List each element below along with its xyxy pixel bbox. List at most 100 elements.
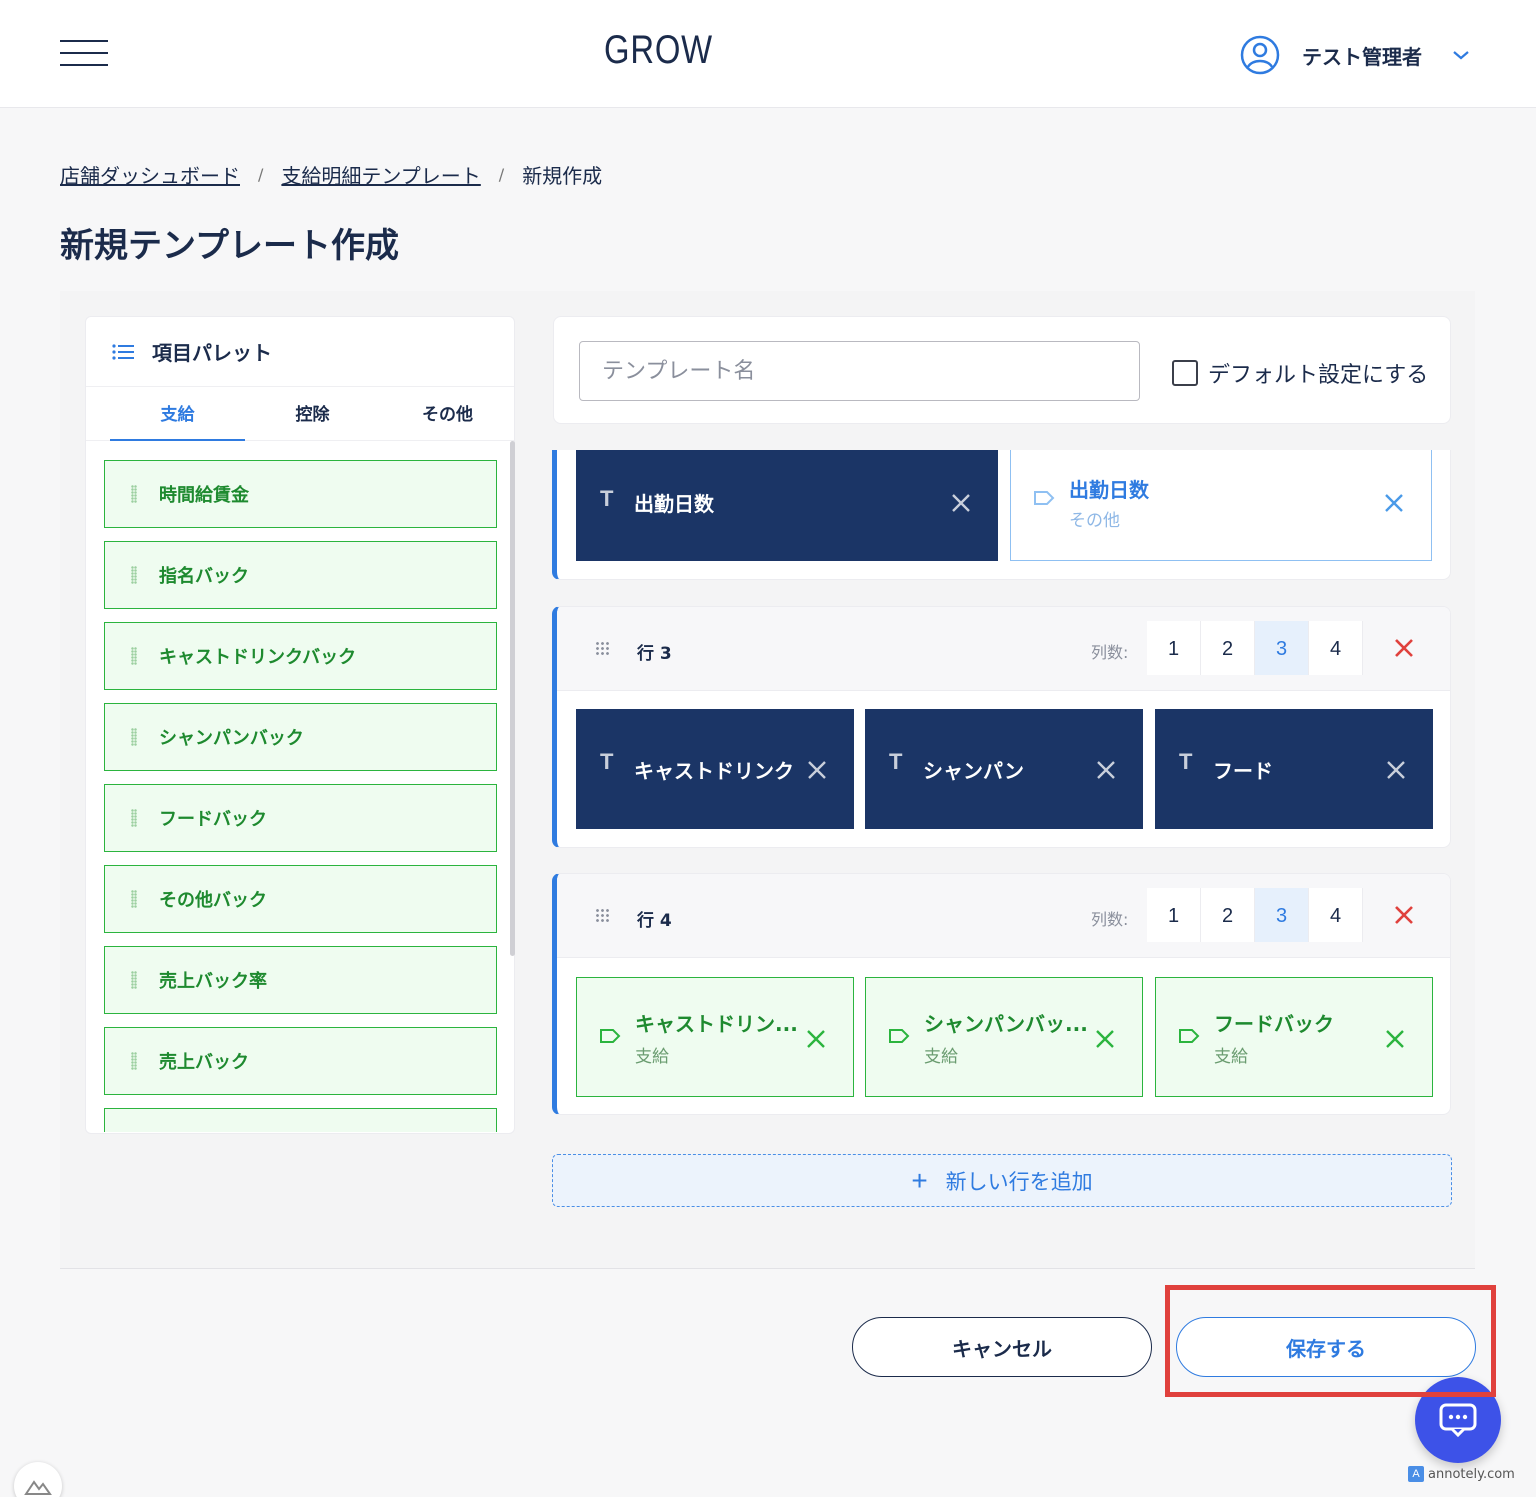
item-cell[interactable]: キャストドリン... 支給 [576, 977, 854, 1097]
template-name-input[interactable] [579, 341, 1140, 401]
annotely-logo-icon: A [1408, 1466, 1424, 1482]
user-circle-icon [1240, 35, 1280, 75]
drag-handle-icon [131, 890, 137, 908]
palette-item[interactable]: 売上バック率 [104, 946, 497, 1014]
column-count-selector: 1 2 3 4 [1147, 888, 1363, 942]
column-option-2[interactable]: 2 [1201, 621, 1255, 675]
cell-title: キャストドリンク [634, 759, 794, 783]
text-cell[interactable]: T シャンパン [865, 709, 1143, 829]
palette-item-label: キャストドリンクバック [159, 647, 357, 668]
template-row-3: 行 3 列数: 1 2 3 4 T キャストドリンク T シャンパン T フード [552, 606, 1451, 848]
drag-handle-icon [131, 971, 137, 989]
column-option-1[interactable]: 1 [1147, 888, 1201, 942]
column-option-2[interactable]: 2 [1201, 888, 1255, 942]
cell-title: シャンパンバッ... [924, 1012, 1088, 1036]
checkbox-box[interactable] [1172, 360, 1198, 386]
default-setting-label: デフォルト設定にする [1208, 363, 1429, 388]
cell-title: フード [1213, 759, 1273, 783]
palette-item[interactable]: フードバック [104, 784, 497, 852]
close-icon[interactable] [1384, 1028, 1406, 1050]
text-cell[interactable]: T 出勤日数 [576, 450, 998, 561]
cancel-button[interactable]: キャンセル [852, 1317, 1152, 1377]
cell-title: キャストドリン... [635, 1012, 798, 1036]
columns-label: 列数: [1091, 643, 1129, 662]
column-option-3[interactable]: 3 [1255, 621, 1309, 675]
watermark: A annotely.com [1408, 1466, 1515, 1482]
close-icon[interactable] [950, 492, 972, 514]
text-type-icon: T [1179, 749, 1193, 774]
row-header: 行 3 列数: 1 2 3 4 [557, 607, 1450, 691]
column-option-4[interactable]: 4 [1309, 621, 1363, 675]
palette-item[interactable]: シャンパンバック [104, 703, 497, 771]
text-type-icon: T [889, 749, 903, 774]
column-option-3[interactable]: 3 [1255, 888, 1309, 942]
palette-item[interactable]: 時間給賃金 [104, 460, 497, 528]
palette-title: 項目パレット [152, 341, 272, 365]
text-cell[interactable]: T キャストドリンク [576, 709, 854, 829]
app-logo: GROW [604, 28, 713, 72]
close-icon[interactable] [806, 759, 828, 781]
column-option-1[interactable]: 1 [1147, 621, 1201, 675]
drag-handle-icon [131, 1052, 137, 1070]
tab-kojo[interactable]: 控除 [245, 387, 380, 441]
cell-category: 支給 [924, 1047, 958, 1067]
palette-item-label: その他バック [159, 890, 267, 911]
drag-handle-icon [131, 647, 137, 665]
chat-icon [1439, 1403, 1477, 1438]
watermark-text: annotely.com [1428, 1466, 1515, 1482]
breadcrumb: 店舗ダッシュボード / 支給明細テンプレート / 新規作成 [60, 160, 602, 189]
template-row-2: T 出勤日数 出勤日数 その他 [552, 450, 1451, 580]
close-icon[interactable] [1094, 1028, 1116, 1050]
page-title: 新規テンプレート作成 [60, 226, 399, 266]
cell-category: 支給 [635, 1047, 669, 1067]
cell-title: フードバック [1214, 1012, 1334, 1036]
cell-title: 出勤日数 [634, 492, 714, 516]
text-type-icon: T [600, 486, 614, 511]
app-header: GROW テスト管理者 [0, 0, 1536, 108]
palette-header: 項目パレット [86, 317, 514, 387]
tab-sonota[interactable]: その他 [380, 387, 514, 441]
tab-shikyu[interactable]: 支給 [110, 387, 245, 441]
drag-handle-icon[interactable] [595, 641, 609, 657]
palette-item[interactable]: その他バック [104, 865, 497, 933]
tag-icon [600, 1029, 621, 1043]
close-icon[interactable] [1385, 759, 1407, 781]
text-cell[interactable]: T フード [1155, 709, 1433, 829]
list-icon [112, 343, 134, 360]
drag-handle-icon[interactable] [595, 908, 609, 924]
chat-widget-button[interactable] [1415, 1377, 1501, 1463]
columns-label: 列数: [1091, 910, 1129, 929]
close-icon[interactable] [1095, 759, 1117, 781]
breadcrumb-link-templates[interactable]: 支給明細テンプレート [281, 160, 480, 189]
drag-handle-icon [131, 566, 137, 584]
item-cell[interactable]: 出勤日数 その他 [1010, 450, 1432, 561]
delete-row-icon[interactable] [1393, 904, 1415, 926]
add-row-button[interactable]: + 新しい行を追加 [552, 1154, 1452, 1207]
palette-item[interactable]: 指名バック [104, 541, 497, 609]
column-option-4[interactable]: 4 [1309, 888, 1363, 942]
default-setting-checkbox[interactable]: デフォルト設定にする [1172, 357, 1428, 389]
row-label: 行 4 [637, 911, 672, 931]
close-icon[interactable] [805, 1028, 827, 1050]
palette-item[interactable]: 売上バック [104, 1027, 497, 1095]
item-cell[interactable]: フードバック 支給 [1155, 977, 1433, 1097]
save-button[interactable]: 保存する [1176, 1317, 1476, 1377]
user-name: テスト管理者 [1302, 44, 1422, 69]
item-cell[interactable]: シャンパンバッ... 支給 [865, 977, 1143, 1097]
palette-item[interactable]: キャストドリンクバック [104, 622, 497, 690]
hamburger-menu-icon[interactable] [60, 40, 108, 66]
tag-icon [889, 1029, 910, 1043]
palette-item-partial[interactable] [104, 1108, 497, 1132]
tag-icon [1179, 1029, 1200, 1043]
palette-item-label: 指名バック [159, 566, 249, 587]
breadcrumb-link-dashboard[interactable]: 店舗ダッシュボード [60, 160, 240, 189]
text-type-icon: T [600, 749, 614, 774]
palette-scrollbar[interactable] [510, 441, 515, 956]
user-menu[interactable]: テスト管理者 [1240, 34, 1470, 76]
close-icon[interactable] [1383, 492, 1405, 514]
app-badge[interactable] [14, 1462, 62, 1497]
delete-row-icon[interactable] [1393, 637, 1415, 659]
cell-category: 支給 [1214, 1047, 1248, 1067]
template-row-4: 行 4 列数: 1 2 3 4 キャストドリン... 支給 シャンパンバッ...… [552, 873, 1451, 1115]
palette-item-label: フードバック [159, 809, 267, 830]
